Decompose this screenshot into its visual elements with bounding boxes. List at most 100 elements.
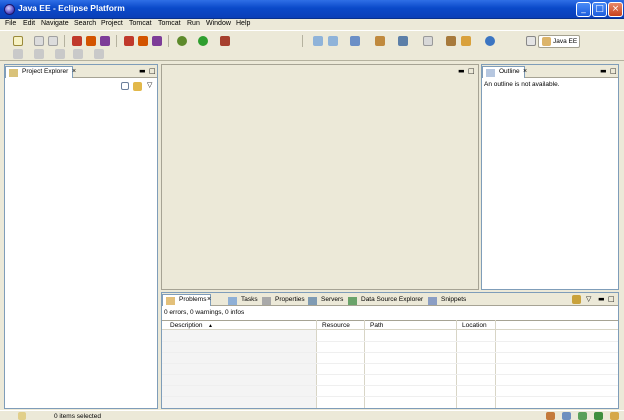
eclipse-icon — [4, 4, 15, 15]
tomcat-stop-icon[interactable] — [138, 36, 148, 46]
save-icon[interactable] — [34, 36, 44, 46]
tray-icon[interactable] — [578, 412, 587, 420]
editor-area[interactable]: ▬ □ — [161, 64, 479, 290]
menu-tomcat[interactable]: Tomcat — [129, 20, 152, 27]
column-description[interactable]: Description — [170, 322, 203, 329]
debug-icon[interactable] — [177, 36, 187, 46]
perspective-java-ee[interactable]: Java EE — [538, 35, 580, 48]
sort-ascending-icon: ▲ — [208, 323, 213, 329]
new-server-icon[interactable] — [313, 36, 323, 46]
tab-properties[interactable]: Properties — [258, 294, 310, 306]
minimize-button[interactable]: _ — [576, 2, 591, 17]
tomcat-start-icon[interactable] — [124, 36, 134, 46]
web-service-icon[interactable] — [398, 36, 408, 46]
globe-icon[interactable] — [485, 36, 495, 46]
menu-window[interactable]: Window — [206, 20, 231, 27]
menu-tomcat-2[interactable]: Tomcat — [158, 20, 181, 27]
maximize-view-icon[interactable]: □ — [608, 295, 615, 303]
menu-edit[interactable]: Edit — [23, 20, 35, 27]
tab-problems[interactable]: Problems × — [162, 294, 212, 306]
filter-icon[interactable] — [572, 295, 581, 304]
back-icon[interactable] — [73, 49, 83, 59]
close-button[interactable]: × — [608, 2, 623, 17]
minimize-view-icon[interactable]: ▬ — [139, 67, 146, 75]
column-divider[interactable] — [456, 320, 457, 408]
menu-run[interactable]: Run — [187, 20, 200, 27]
outline-view: Outline × ▬ □ An outline is not availabl… — [481, 64, 619, 290]
maximize-button[interactable]: □ — [592, 2, 607, 17]
problems-icon — [166, 297, 175, 305]
server-restart-icon[interactable] — [100, 36, 110, 46]
column-divider[interactable] — [316, 320, 317, 408]
collapse-all-icon[interactable] — [121, 82, 129, 90]
editor-icon[interactable] — [423, 36, 433, 46]
open-type-icon[interactable] — [350, 36, 360, 46]
properties-icon — [262, 297, 271, 305]
status-text: 0 items selected — [54, 413, 101, 420]
server-stop-icon[interactable] — [86, 36, 96, 46]
last-edit-icon[interactable] — [55, 49, 65, 59]
snippets-icon — [428, 297, 437, 305]
editor-minimize-icon[interactable]: ▬ — [458, 67, 465, 75]
tab-data-source-explorer[interactable]: Data Source Explorer — [344, 294, 428, 306]
nav-next-annotation-icon[interactable] — [13, 49, 23, 59]
new-project-icon[interactable] — [328, 36, 338, 46]
new-icon[interactable] — [13, 36, 23, 46]
editor-maximize-icon[interactable]: □ — [468, 67, 475, 75]
minimize-view-icon[interactable]: ▬ — [600, 67, 607, 75]
window-title: Java EE - Eclipse Platform — [18, 3, 125, 13]
tab-servers[interactable]: Servers — [304, 294, 348, 306]
column-divider[interactable] — [495, 320, 496, 408]
tab-snippets[interactable]: Snippets — [424, 294, 471, 306]
outline-icon — [486, 69, 495, 77]
maximize-view-icon[interactable]: □ — [149, 67, 156, 75]
forward-icon[interactable] — [94, 49, 104, 59]
bottom-panel: Problems × Tasks Properties Servers Data… — [161, 292, 619, 409]
data-source-explorer-icon — [348, 297, 357, 305]
maximize-view-icon[interactable]: □ — [610, 67, 617, 75]
menu-help[interactable]: Help — [236, 20, 250, 27]
tray-icon[interactable] — [594, 412, 603, 420]
tasks-icon — [228, 297, 237, 305]
external-tools-icon[interactable] — [220, 36, 230, 46]
pin-icon[interactable] — [461, 36, 471, 46]
outline-message: An outline is not available. — [484, 81, 560, 88]
open-perspective-icon[interactable] — [526, 36, 536, 46]
tomcat-restart-icon[interactable] — [152, 36, 162, 46]
search-icon[interactable] — [446, 36, 456, 46]
close-icon[interactable]: × — [523, 68, 527, 75]
run-icon[interactable] — [198, 36, 208, 46]
tab-outline[interactable]: Outline × — [482, 66, 527, 78]
menu-project[interactable]: Project — [101, 20, 123, 27]
column-path[interactable]: Path — [370, 322, 383, 329]
tray-icon[interactable] — [546, 412, 555, 420]
column-divider[interactable] — [364, 320, 365, 408]
menu-file[interactable]: File — [5, 20, 16, 27]
outline-tab-strip: Outline × ▬ □ — [482, 65, 618, 78]
main-toolbar: Java EE — [0, 30, 624, 61]
fast-view-icon[interactable] — [18, 412, 26, 420]
problems-table-header: Description ▲ Resource Path Location — [162, 320, 618, 330]
view-menu-icon[interactable]: ▽ — [147, 81, 152, 89]
tray-icon[interactable] — [562, 412, 571, 420]
column-resource[interactable]: Resource — [322, 322, 350, 329]
column-location[interactable]: Location — [462, 322, 487, 329]
package-icon[interactable] — [375, 36, 385, 46]
view-menu-icon[interactable]: ▽ — [586, 295, 591, 303]
java-ee-icon — [542, 37, 551, 46]
close-icon[interactable]: × — [207, 296, 211, 303]
menu-navigate[interactable]: Navigate — [41, 20, 69, 27]
link-with-editor-icon[interactable] — [133, 82, 142, 91]
close-icon[interactable]: × — [72, 68, 76, 75]
nav-prev-annotation-icon[interactable] — [34, 49, 44, 59]
print-icon[interactable] — [48, 36, 58, 46]
menu-bar: File Edit Navigate Search Project Tomcat… — [0, 19, 624, 30]
minimize-view-icon[interactable]: ▬ — [598, 295, 605, 303]
server-start-icon[interactable] — [72, 36, 82, 46]
tab-project-explorer[interactable]: Project Explorer × — [5, 66, 76, 78]
tab-tasks[interactable]: Tasks — [224, 294, 263, 306]
status-bar: 0 items selected — [0, 410, 624, 420]
project-explorer-icon — [9, 69, 18, 77]
menu-search[interactable]: Search — [74, 20, 96, 27]
tray-icon[interactable] — [610, 412, 619, 420]
